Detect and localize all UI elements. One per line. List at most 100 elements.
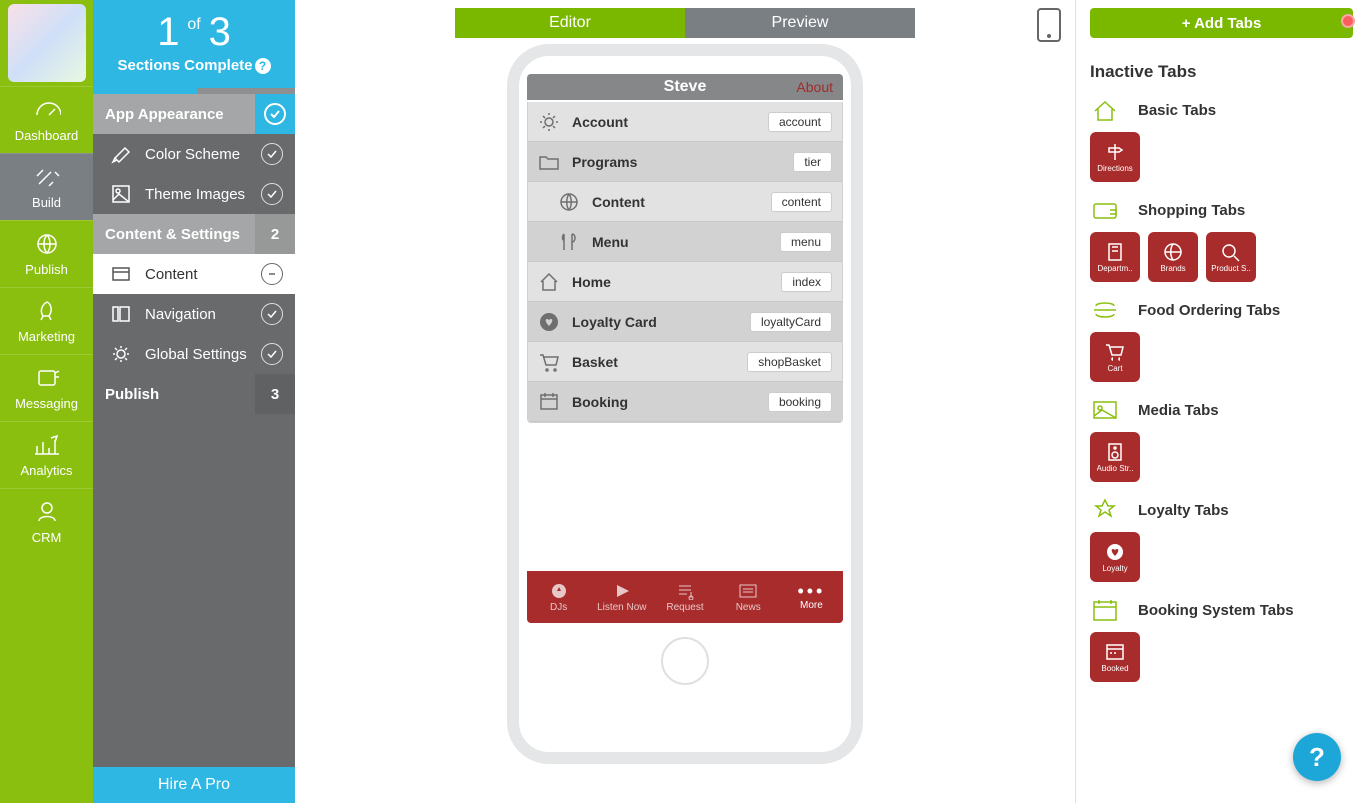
globe-icon (558, 191, 580, 213)
item-theme-images[interactable]: Theme Images (93, 174, 295, 214)
progress-card: 1 of 3 Sections Complete? (93, 0, 295, 88)
section-content-settings[interactable]: Content & Settings 2 (93, 214, 295, 254)
row-name: Booking (572, 394, 628, 410)
add-tabs-button[interactable]: + Add Tabs (1090, 8, 1353, 38)
calendar-icon (1092, 598, 1118, 622)
search-icon (1220, 242, 1242, 262)
section-publish[interactable]: Publish 3 (93, 374, 295, 414)
phone-about-link[interactable]: About (796, 79, 833, 95)
columns-icon (111, 304, 131, 324)
tab-row-home[interactable]: Home index (528, 262, 842, 302)
tab-row-account[interactable]: Account account (528, 102, 842, 142)
cart-icon (1104, 342, 1126, 362)
device-icon[interactable] (1037, 8, 1061, 42)
row-name: Account (572, 114, 628, 130)
tabbar-news[interactable]: News (717, 582, 780, 613)
phone-frame: Steve About Account account Programs tie… (507, 44, 863, 764)
section-app-appearance[interactable]: App Appearance (93, 94, 295, 134)
tile-audio[interactable]: Audio Str.. (1090, 432, 1140, 482)
phone-home-button (661, 637, 709, 685)
nav-crm[interactable]: CRM (0, 488, 93, 555)
tile-product-search[interactable]: Product S.. (1206, 232, 1256, 282)
item-label: Color Scheme (145, 146, 240, 163)
home-icon (1092, 98, 1118, 122)
center-area: Editor Preview Steve About Account accou… (295, 0, 1075, 803)
tabbar-listen[interactable]: Listen Now (590, 582, 653, 613)
cat-label: Booking System Tabs (1138, 602, 1294, 619)
cat-label: Food Ordering Tabs (1138, 302, 1280, 319)
tile-loyalty[interactable]: Loyalty (1090, 532, 1140, 582)
row-tag: content (771, 192, 832, 212)
tab-row-booking[interactable]: Booking booking (528, 382, 842, 422)
nav-publish[interactable]: Publish (0, 220, 93, 287)
tab-preview[interactable]: Preview (685, 8, 915, 38)
row-name: Loyalty Card (572, 314, 657, 330)
speaker-icon (1104, 442, 1126, 462)
item-global-settings[interactable]: Global Settings (93, 334, 295, 374)
tile-brands[interactable]: Brands (1148, 232, 1198, 282)
item-label: Global Settings (145, 346, 247, 363)
inactive-heading: Inactive Tabs (1090, 62, 1353, 82)
item-content[interactable]: Content (93, 254, 295, 294)
row-name: Menu (592, 234, 629, 250)
cat-label: Shopping Tabs (1138, 202, 1245, 219)
progress-of: of (187, 16, 200, 33)
image-icon (111, 184, 131, 204)
row-tag: shopBasket (747, 352, 832, 372)
tab-row-programs[interactable]: Programs tier (528, 142, 842, 182)
photo-icon (1092, 398, 1118, 422)
item-color-scheme[interactable]: Color Scheme (93, 134, 295, 174)
mode-tabs: Editor Preview (455, 8, 915, 38)
app-logo[interactable] (8, 4, 86, 82)
phone-tabbar: DJs Listen Now Request News •••More (527, 571, 843, 623)
help-fab[interactable]: ? (1293, 733, 1341, 781)
tabbar-djs[interactable]: DJs (527, 582, 590, 613)
chart-icon (33, 434, 61, 456)
tools-icon (33, 166, 61, 188)
person-icon (33, 501, 61, 523)
globe-icon (33, 233, 61, 255)
row-tag: booking (768, 392, 832, 412)
folder-icon (538, 151, 560, 173)
row-tag: tier (793, 152, 832, 172)
signpost-icon (1104, 142, 1126, 162)
row-name: Basket (572, 354, 618, 370)
hire-a-pro-button[interactable]: Hire A Pro (93, 767, 295, 803)
cat-loyalty: Loyalty Tabs (1090, 496, 1353, 524)
heart-icon (538, 311, 560, 333)
nav-messaging[interactable]: Messaging (0, 354, 93, 421)
nav-marketing[interactable]: Marketing (0, 287, 93, 354)
gear-icon (538, 111, 560, 133)
phone-blank (527, 423, 843, 571)
tabbar-more[interactable]: •••More (780, 584, 843, 611)
section-badge: 2 (255, 214, 295, 254)
nav-build[interactable]: Build (0, 153, 93, 220)
nav-analytics[interactable]: Analytics (0, 421, 93, 488)
tab-editor[interactable]: Editor (455, 8, 685, 38)
check-icon (270, 110, 280, 118)
tab-row-menu[interactable]: Menu menu (528, 222, 842, 262)
nav-dashboard[interactable]: Dashboard (0, 86, 93, 153)
nav-label: Publish (0, 262, 93, 277)
tabbar-request[interactable]: Request (653, 582, 716, 613)
tile-booked[interactable]: Booked (1090, 632, 1140, 682)
rocket-icon (33, 300, 61, 322)
tab-row-loyalty[interactable]: Loyalty Card loyaltyCard (528, 302, 842, 342)
help-icon[interactable]: ? (255, 58, 271, 74)
item-navigation[interactable]: Navigation (93, 294, 295, 334)
cat-media: Media Tabs (1090, 396, 1353, 424)
cat-booking: Booking System Tabs (1090, 596, 1353, 624)
globe-icon (1162, 242, 1184, 262)
tile-cart[interactable]: Cart (1090, 332, 1140, 382)
row-name: Home (572, 274, 611, 290)
tile-departments[interactable]: Departm.. (1090, 232, 1140, 282)
calendar-icon (1104, 642, 1126, 662)
tab-row-content[interactable]: Content content (528, 182, 842, 222)
nav-label: Marketing (0, 329, 93, 344)
nav-label: Dashboard (0, 128, 93, 143)
tab-row-basket[interactable]: Basket shopBasket (528, 342, 842, 382)
section-label: Publish (105, 386, 159, 403)
right-panel: + Add Tabs Inactive Tabs Basic Tabs Dire… (1075, 0, 1365, 803)
gauge-icon (33, 99, 61, 121)
tile-directions[interactable]: Directions (1090, 132, 1140, 182)
